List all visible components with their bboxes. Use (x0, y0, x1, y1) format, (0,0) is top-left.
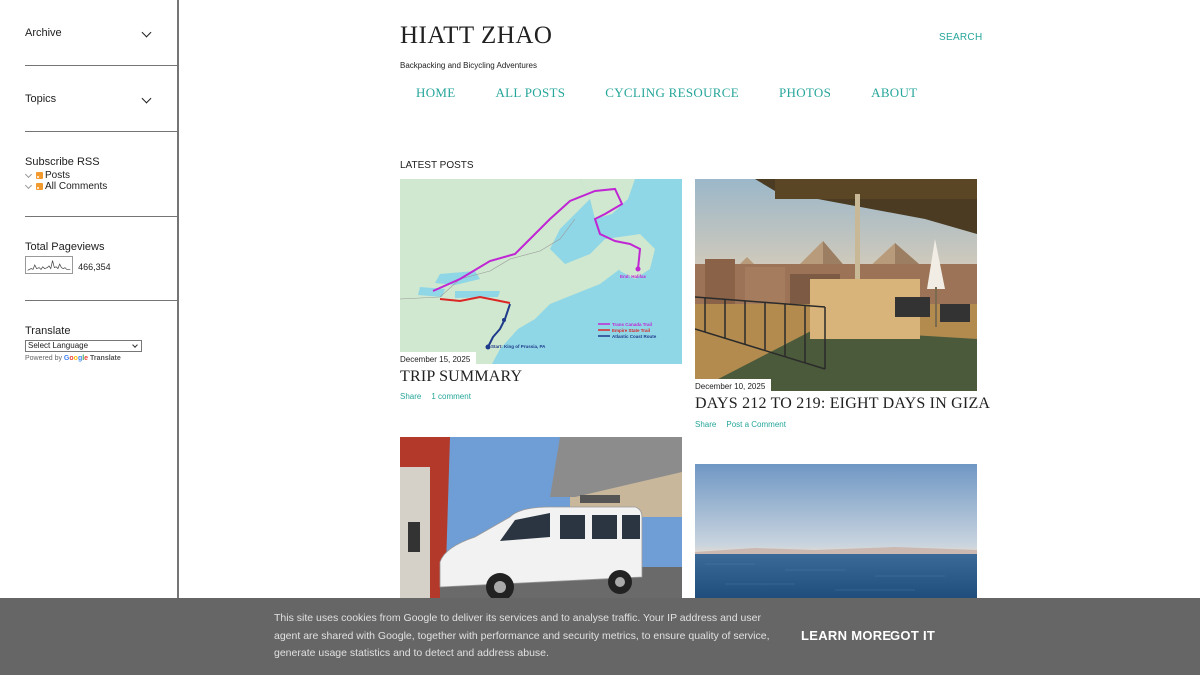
powered-by-google: Powered by Google Translate (25, 355, 178, 362)
cookie-consent-bar: This site uses cookies from Google to de… (0, 598, 1200, 675)
route-map-image: Trans Canada Trail Empire State Trail At… (400, 179, 682, 364)
map-start-label: Start: King of Prussia, PA (491, 344, 546, 349)
legend-trans-canada: Trans Canada Trail (612, 322, 652, 327)
post-date: December 15, 2025 (400, 352, 477, 364)
rss-feed-icon (36, 183, 43, 190)
sea-photo (695, 464, 977, 598)
post-title[interactable]: DAYS 212 TO 219: EIGHT DAYS IN GIZA (695, 395, 990, 413)
rss-feed-icon (36, 172, 43, 179)
google-logo: Google (63, 355, 89, 362)
main-nav: HOME ALL POSTS CYCLING RESOURCE PHOTOS A… (416, 85, 917, 101)
nav-about[interactable]: ABOUT (871, 85, 917, 101)
comments-link[interactable]: 1 comment (431, 392, 471, 401)
language-select[interactable]: Select Language (25, 340, 142, 352)
comments-link[interactable]: Post a Comment (726, 420, 786, 429)
van-photo (400, 437, 682, 598)
rss-posts-item[interactable]: Posts (24, 170, 178, 181)
post-card: December 10, 2025 DAYS 212 TO 219: EIGHT… (695, 179, 990, 439)
nav-photos[interactable]: PHOTOS (779, 85, 831, 101)
nav-cycling-resource[interactable]: CYCLING RESOURCE (605, 85, 739, 101)
post-links: Share 1 comment (400, 392, 471, 401)
post-thumbnail-map[interactable]: Trans Canada Trail Empire State Trail At… (400, 179, 682, 364)
post-card (400, 437, 682, 598)
divider (25, 65, 178, 66)
post-thumbnail-van[interactable] (400, 437, 682, 598)
divider (25, 216, 178, 217)
topics-widget[interactable]: Topics (25, 93, 178, 105)
learn-more-button[interactable]: LEARN MORE (801, 628, 891, 643)
pageviews-widget: Total Pageviews 466,354 (25, 241, 178, 274)
nav-all-posts[interactable]: ALL POSTS (495, 85, 565, 101)
post-card (695, 464, 977, 598)
translate-title: Translate (25, 325, 71, 337)
translate-link[interactable]: Translate (90, 355, 121, 362)
rss-posts-label[interactable]: Posts (45, 170, 70, 181)
chevron-down-icon[interactable] (24, 170, 33, 178)
powered-by-label: Powered by (25, 355, 62, 362)
translate-widget: Translate Select Language Powered by Goo… (25, 325, 178, 362)
cookie-notice-text: This site uses cookies from Google to de… (274, 612, 770, 659)
divider (25, 131, 178, 132)
share-link[interactable]: Share (400, 392, 421, 401)
archive-widget[interactable]: Archive (25, 27, 178, 39)
post-thumbnail-sea[interactable] (695, 464, 977, 598)
subscribe-rss-widget: Subscribe RSS Posts All Comments (24, 156, 178, 192)
legend-atlantic-coast: Atlantic Coast Route (612, 334, 657, 339)
share-link[interactable]: Share (695, 420, 716, 429)
search-button[interactable]: SEARCH (939, 32, 982, 43)
archive-label: Archive (25, 27, 62, 39)
blog-title[interactable]: HIATT ZHAO (400, 22, 552, 50)
pageviews-count: 466,354 (78, 262, 111, 272)
blog-description: Backpacking and Bicycling Adventures (400, 61, 537, 70)
got-it-button[interactable]: GOT IT (890, 628, 935, 643)
chevron-down-icon[interactable] (24, 181, 33, 189)
post-card: Trans Canada Trail Empire State Trail At… (400, 179, 682, 409)
rss-comments-label[interactable]: All Comments (45, 181, 107, 192)
language-select-value: Select Language (28, 341, 89, 350)
sidebar: Archive Topics Subscribe RSS Posts All C… (0, 0, 179, 675)
legend-empire-state: Empire State Trail (612, 328, 650, 333)
rss-title: Subscribe RSS (25, 156, 100, 168)
giza-photo (695, 179, 977, 391)
divider (25, 300, 178, 301)
map-end-label: End: Halifax (620, 274, 647, 279)
pageviews-title: Total Pageviews (25, 241, 105, 253)
pageviews-sparkline (25, 256, 73, 274)
topics-label: Topics (25, 93, 57, 105)
rss-comments-item[interactable]: All Comments (24, 181, 178, 192)
post-thumbnail-giza[interactable] (695, 179, 977, 391)
post-date: December 10, 2025 (695, 379, 772, 391)
post-title[interactable]: TRIP SUMMARY (400, 368, 522, 386)
nav-home[interactable]: HOME (416, 85, 455, 101)
post-links: Share Post a Comment (695, 420, 786, 429)
latest-posts-heading: LATEST POSTS (400, 160, 474, 171)
